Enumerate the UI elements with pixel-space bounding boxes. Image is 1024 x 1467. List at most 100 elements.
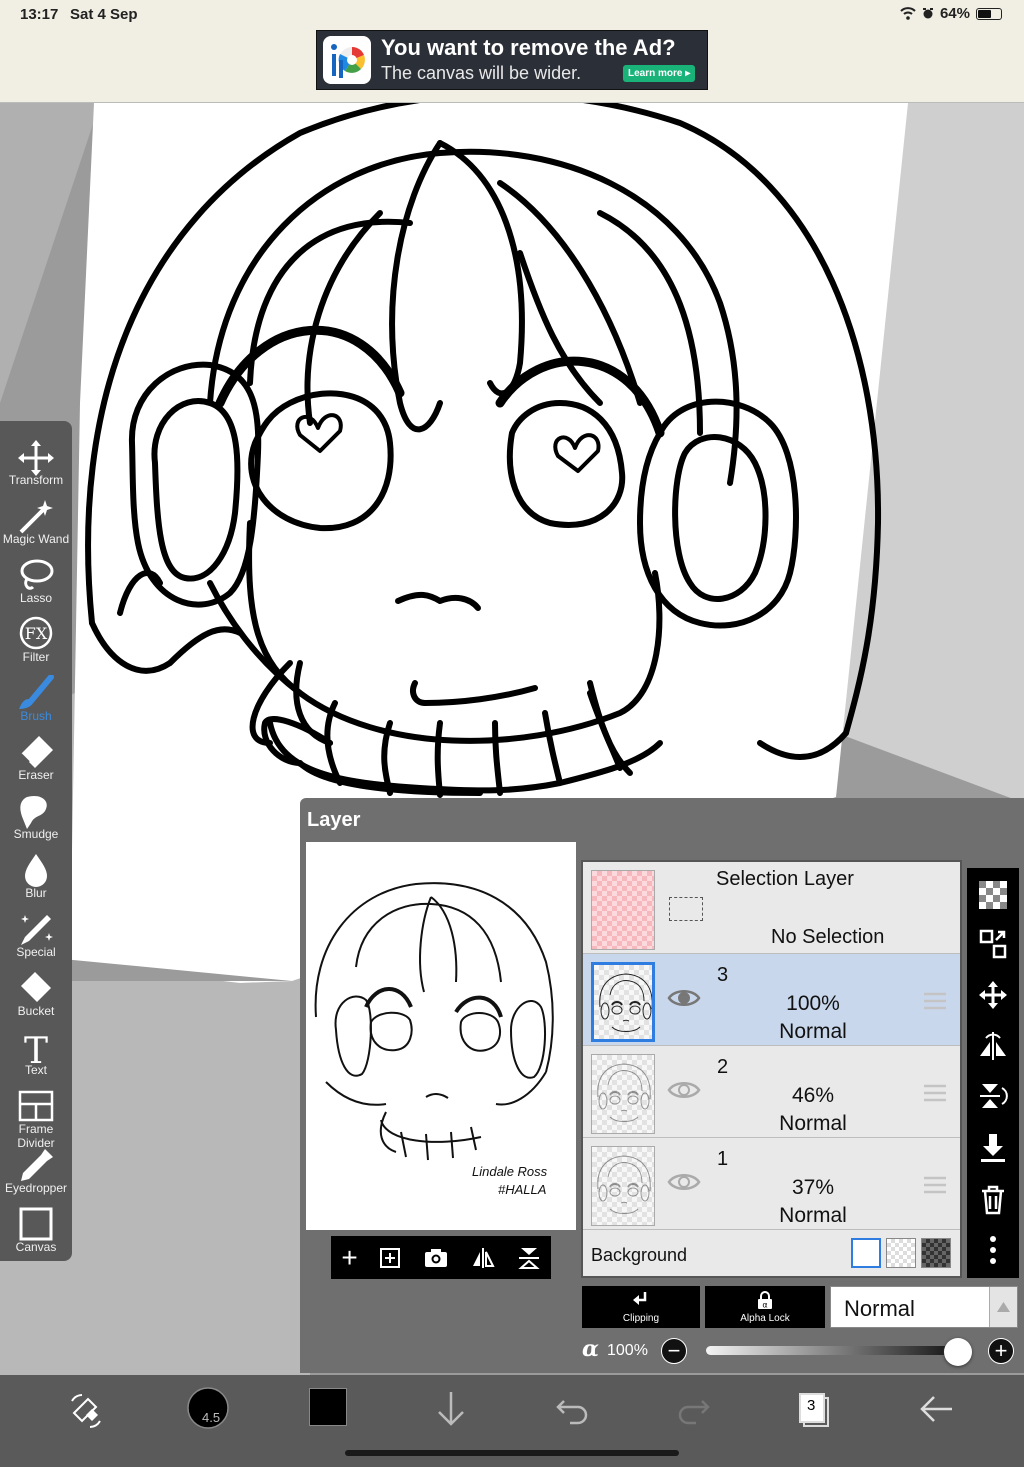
opacity-row: α 100% − +: [582, 1336, 1022, 1368]
tool-label: Filter: [22, 650, 50, 664]
alpha-symbol: α: [582, 1336, 599, 1362]
transparent-grid-icon[interactable]: [978, 880, 1008, 915]
camera-icon[interactable]: [423, 1247, 449, 1269]
layer-thumbnail: [591, 1146, 655, 1226]
tool-eraser[interactable]: Eraser: [0, 726, 72, 785]
move-layer-icon[interactable]: [978, 928, 1008, 965]
tool-brush[interactable]: Brush: [0, 667, 72, 726]
tool-bucket[interactable]: Bucket: [0, 962, 72, 1021]
tool-frame-divider[interactable]: Frame Divider: [0, 1080, 72, 1150]
blend-mode-value: Normal: [844, 1296, 915, 1321]
opacity-decrease-button[interactable]: −: [661, 1338, 687, 1364]
drag-handle-icon[interactable]: [923, 992, 947, 1010]
blend-mode-select[interactable]: Normal: [830, 1286, 1018, 1328]
flip-horizontal-icon[interactable]: [470, 1246, 496, 1270]
redo-icon[interactable]: [676, 1391, 712, 1432]
ad-learn-more-button[interactable]: Learn more ▸: [623, 65, 696, 82]
tool-lasso[interactable]: Lasso: [0, 549, 72, 608]
layer-opacity: 37%: [791, 1176, 835, 1199]
opacity-increase-button[interactable]: +: [988, 1338, 1014, 1364]
drag-handle-icon[interactable]: [923, 1084, 947, 1102]
tool-label: Transform: [8, 473, 64, 487]
lasso-icon: [20, 559, 54, 590]
visibility-eye-icon[interactable]: [667, 1171, 701, 1193]
alpha-lock-icon: α: [758, 1291, 772, 1310]
brush-icon: [19, 675, 54, 709]
background-row[interactable]: Background: [583, 1230, 960, 1276]
tool-filter[interactable]: FX Filter: [0, 608, 72, 667]
ad-title: You want to remove the Ad?: [381, 35, 676, 60]
back-arrow-icon[interactable]: [916, 1389, 956, 1434]
svg-text:FX: FX: [25, 624, 48, 643]
tool-canvas[interactable]: Canvas: [0, 1198, 72, 1257]
flip-horizontal-icon[interactable]: [978, 1030, 1008, 1067]
undo-icon[interactable]: [554, 1391, 590, 1432]
special-pen-icon: [21, 915, 53, 945]
visibility-eye-icon[interactable]: [667, 1079, 701, 1101]
svg-text:α: α: [762, 1301, 767, 1310]
flip-vertical-icon[interactable]: [978, 1080, 1010, 1117]
battery-fill: [978, 9, 992, 18]
flip-vertical-icon[interactable]: [517, 1245, 541, 1271]
layer-preview[interactable]: Lindale Ross #HALLA: [306, 842, 576, 1230]
opacity-slider[interactable]: [706, 1346, 960, 1355]
tool-label: Text: [24, 1063, 47, 1077]
background-label: Background: [591, 1245, 688, 1265]
move-arrows-icon[interactable]: [978, 980, 1008, 1015]
tool-blur[interactable]: Blur: [0, 844, 72, 903]
primary-color-swatch[interactable]: [309, 1388, 347, 1426]
alpha-lock-button[interactable]: α Alpha Lock: [705, 1286, 825, 1328]
add-layer-copy-icon[interactable]: [378, 1246, 402, 1270]
download-arrow-icon[interactable]: [433, 1389, 469, 1434]
selection-layer-row[interactable]: Selection Layer No Selection: [583, 862, 960, 954]
layer-row-2[interactable]: 2 46% Normal: [583, 1046, 960, 1138]
tool-magic-wand[interactable]: Magic Wand: [0, 490, 72, 549]
ad-banner[interactable]: You want to remove the Ad? The canvas wi…: [316, 30, 708, 90]
tool-label: Lasso: [19, 591, 53, 605]
ad-area: You want to remove the Ad? The canvas wi…: [0, 30, 1024, 103]
layer-blend-mode: Normal: [779, 1204, 847, 1227]
status-bar: 13:17 Sat 4 Sep 64%: [0, 0, 1024, 30]
visibility-eye-icon[interactable]: [667, 987, 701, 1009]
status-time: 13:17: [20, 6, 59, 23]
layer-number: 3: [717, 964, 729, 986]
opacity-slider-handle[interactable]: [944, 1338, 972, 1366]
tool-transform[interactable]: Transform: [0, 431, 72, 490]
tool-smudge[interactable]: Smudge: [0, 785, 72, 844]
layer-row-1[interactable]: 1 37% Normal: [583, 1138, 960, 1230]
drag-handle-icon[interactable]: [923, 1176, 947, 1194]
alarm-icon: [922, 8, 933, 19]
layer-thumbnail: [591, 962, 655, 1042]
layer-row-3[interactable]: 3 100% Normal: [583, 954, 960, 1046]
layers-button[interactable]: 3: [796, 1389, 832, 1434]
brush-size-button[interactable]: 4.5: [186, 1386, 230, 1435]
blur-drop-icon: [25, 854, 47, 887]
background-transparent-swatch[interactable]: [886, 1238, 916, 1268]
eyedropper-icon: [21, 1149, 53, 1181]
add-layer-icon[interactable]: +: [341, 1242, 357, 1274]
layer-tools-strip: [967, 868, 1019, 1278]
quick-switch-icon[interactable]: [66, 1391, 106, 1436]
battery-percent: 64%: [939, 5, 970, 22]
ibispaint-logo-icon: [323, 36, 371, 84]
background-white-swatch[interactable]: [851, 1238, 881, 1268]
layer-action-bar: +: [331, 1236, 551, 1279]
layer-panel-title: Layer: [307, 809, 361, 831]
fx-icon: FX: [19, 616, 53, 650]
preview-signature-line-2: #HALLA: [498, 1182, 547, 1197]
tool-eyedropper[interactable]: Eyedropper: [0, 1139, 72, 1198]
clipping-button[interactable]: Clipping: [582, 1286, 700, 1328]
tool-special[interactable]: Special: [0, 903, 72, 962]
background-dark-swatch[interactable]: [921, 1238, 951, 1268]
text-icon: T: [24, 1031, 48, 1067]
tool-palette: Transform Magic Wand Lasso FX Filter Brush Era…: [0, 421, 72, 1261]
trash-icon[interactable]: [978, 1184, 1008, 1221]
tool-text[interactable]: T Text: [0, 1021, 72, 1080]
selection-layer-title: Selection Layer: [716, 868, 854, 890]
status-date: Sat 4 Sep: [70, 6, 138, 23]
more-options-icon[interactable]: [978, 1234, 1008, 1271]
tool-label: Brush: [20, 709, 52, 723]
svg-text:T: T: [24, 1031, 48, 1067]
status-indicators: 64%: [900, 5, 1002, 22]
merge-down-icon[interactable]: [978, 1132, 1008, 1169]
